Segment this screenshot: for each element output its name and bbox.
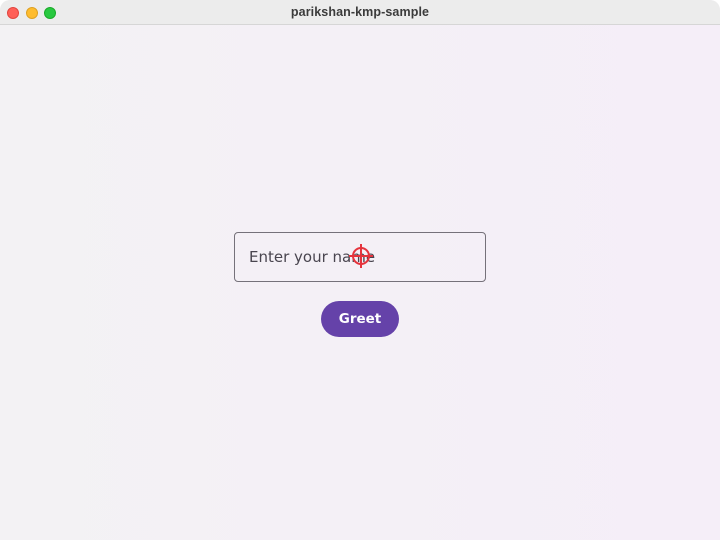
app-window: parikshan-kmp-sample Greet — [0, 0, 720, 540]
name-input[interactable] — [234, 232, 486, 282]
title-bar[interactable]: parikshan-kmp-sample — [0, 0, 720, 25]
main-content: Greet — [0, 25, 720, 540]
greet-button[interactable]: Greet — [321, 301, 399, 337]
window-title: parikshan-kmp-sample — [290, 5, 430, 19]
